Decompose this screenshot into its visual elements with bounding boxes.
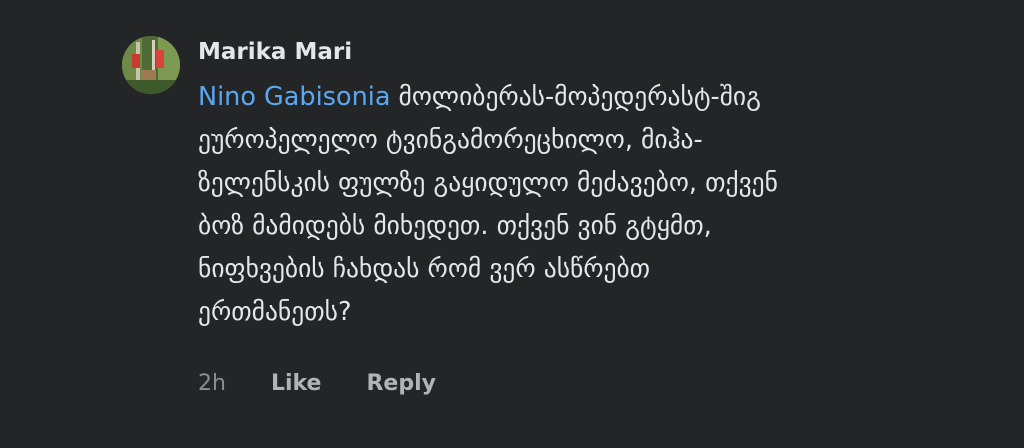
comment-line: Nino Gabisonia მოლიბერას-მოპედერასტ-შიგ: [198, 76, 998, 119]
comment-actions: 2h Like Reply: [198, 366, 474, 402]
comment-line: ეუროპელელო ტვინგამორეცხილო, მიჰა-: [198, 125, 703, 155]
comment-body: Marika Mari Nino Gabisonia მოლიბერას-მოპ…: [198, 36, 998, 334]
reply-button[interactable]: Reply: [366, 371, 436, 396]
comment-line-text: მოლიბერას-მოპედერასტ-შიგ: [390, 82, 761, 112]
comment-line: ბოზ მამიდებს მიხედეთ. თქვენ ვინ გტყმთ,: [198, 211, 712, 241]
comment-line: ერთმანეთს?: [198, 297, 352, 327]
comment-line: ნიფხვების ჩახდას რომ ვერ ასწრებთ: [198, 254, 651, 284]
comment-text: Nino Gabisonia მოლიბერას-მოპედერასტ-შიგ …: [198, 76, 998, 334]
like-button[interactable]: Like: [271, 371, 322, 396]
mention-link[interactable]: Nino Gabisonia: [198, 82, 390, 112]
comment-line: ზელენსკის ფულზე გაყიდულო მეძავებო, თქვენ: [198, 168, 778, 198]
comment-author[interactable]: Marika Mari: [198, 36, 998, 68]
profile-photo-icon: [122, 36, 180, 94]
comment-timestamp[interactable]: 2h: [198, 371, 226, 396]
avatar[interactable]: [122, 36, 180, 94]
